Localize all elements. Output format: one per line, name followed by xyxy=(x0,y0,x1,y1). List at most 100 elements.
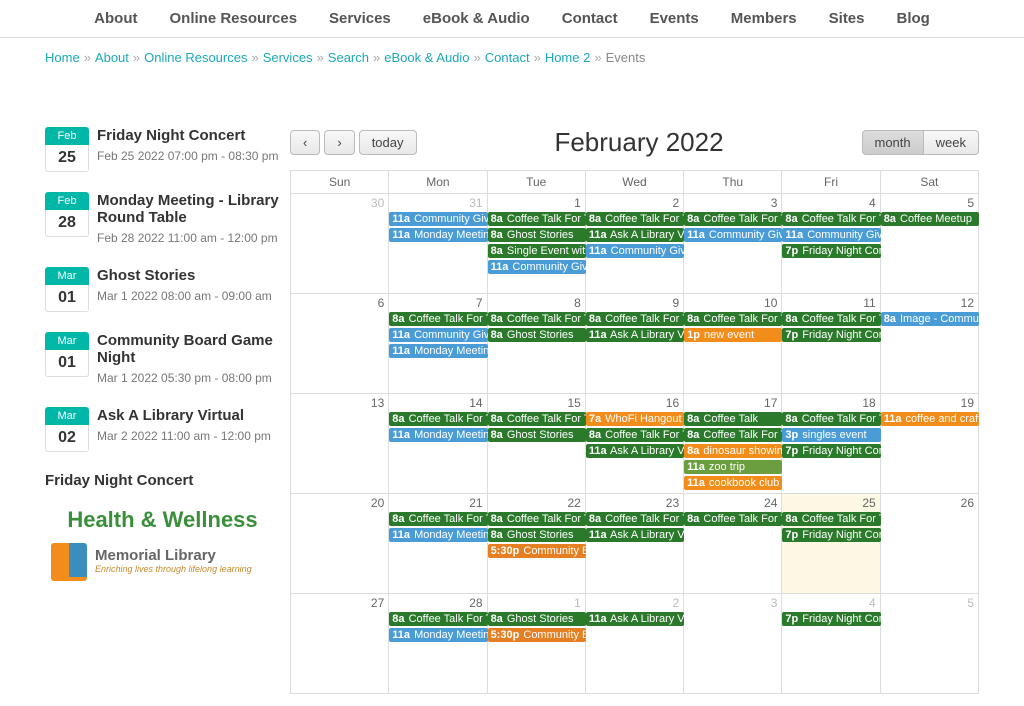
calendar-event[interactable]: 8a Coffee Talk For T xyxy=(684,212,782,226)
calendar-cell[interactable]: 108a Coffee Talk For T1p new event xyxy=(684,294,782,394)
calendar-event[interactable]: 8a Coffee Talk For T xyxy=(488,512,586,526)
nav-ebook-audio[interactable]: eBook & Audio xyxy=(423,10,530,27)
calendar-event[interactable]: 8a Coffee Talk For T xyxy=(684,312,782,326)
sidebar-event-item[interactable]: Feb25Friday Night ConcertFeb 25 2022 07:… xyxy=(45,127,280,172)
calendar-cell[interactable]: 18a Ghost Stories5:30p Community Bo xyxy=(487,594,585,694)
calendar-cell[interactable]: 48a Coffee Talk For T11a Community Givi7… xyxy=(782,194,880,294)
calendar-cell[interactable]: 3111a Community Givi11a Monday Meeting xyxy=(389,194,487,294)
calendar-event[interactable]: 8a Coffee Talk For T xyxy=(684,428,782,442)
calendar-event[interactable]: 8a Coffee Talk For T xyxy=(684,512,782,526)
calendar-cell[interactable]: 178a Coffee Talk8a Coffee Talk For T8a d… xyxy=(684,394,782,494)
calendar-event[interactable]: 8a Ghost Stories xyxy=(488,612,586,626)
calendar-event[interactable]: 8a Coffee Talk For T xyxy=(586,312,684,326)
calendar-event[interactable]: 11a Ask A Library Vir xyxy=(586,444,684,458)
calendar-event[interactable]: 11a Community Givi xyxy=(488,260,586,274)
today-button[interactable]: today xyxy=(359,130,417,155)
calendar-event[interactable]: 7p Friday Night Conc xyxy=(782,528,880,542)
calendar-event[interactable]: 11a Monday Meeting xyxy=(389,428,487,442)
calendar-cell[interactable]: 188a Coffee Talk For T3p singles event7p… xyxy=(782,394,880,494)
calendar-cell[interactable]: 28a Coffee Talk For T11a Ask A Library V… xyxy=(585,194,683,294)
calendar-cell[interactable]: 1911a coffee and crafts xyxy=(880,394,978,494)
calendar-cell[interactable]: 30 xyxy=(291,194,389,294)
calendar-event[interactable]: 5:30p Community Bo xyxy=(488,628,586,642)
calendar-event[interactable]: 8a Image - Commun xyxy=(881,312,979,326)
calendar-event[interactable]: 8a Coffee Talk For T xyxy=(782,212,880,226)
sidebar-event-item[interactable]: Feb28Monday Meeting - Library Round Tabl… xyxy=(45,192,280,247)
calendar-event[interactable]: 7p Friday Night Conc xyxy=(782,444,880,458)
calendar-cell[interactable]: 228a Coffee Talk For T8a Ghost Stories5:… xyxy=(487,494,585,594)
calendar-cell[interactable]: 58a Coffee Meetup xyxy=(880,194,978,294)
calendar-cell[interactable]: 218a Coffee Talk For T11a Monday Meeting xyxy=(389,494,487,594)
calendar-event[interactable]: 11a Community Givi xyxy=(389,212,487,226)
next-button[interactable]: › xyxy=(324,130,354,155)
calendar-event[interactable]: 8a Coffee Talk For T xyxy=(586,212,684,226)
calendar-event[interactable]: 8a Coffee Talk For T xyxy=(586,512,684,526)
calendar-cell[interactable]: 258a Coffee Talk For T7p Friday Night Co… xyxy=(782,494,880,594)
calendar-event[interactable]: 11a Monday Meeting xyxy=(389,344,487,358)
calendar-cell[interactable]: 248a Coffee Talk For T xyxy=(684,494,782,594)
prev-button[interactable]: ‹ xyxy=(290,130,320,155)
calendar-cell[interactable]: 167a WhoFi Hangout8a Coffee Talk For T11… xyxy=(585,394,683,494)
calendar-event[interactable]: 8a Coffee Talk For T xyxy=(782,512,880,526)
calendar-event[interactable]: 11a Monday Meeting xyxy=(389,628,487,642)
breadcrumb-link[interactable]: Contact xyxy=(485,50,530,65)
breadcrumb-link[interactable]: Services xyxy=(263,50,313,65)
calendar-event[interactable]: 7p Friday Night Conc xyxy=(782,328,880,342)
breadcrumb-link[interactable]: Search xyxy=(328,50,369,65)
calendar-event[interactable]: 11a Ask A Library Vir xyxy=(586,228,684,242)
calendar-event[interactable]: 11a Community Givi xyxy=(684,228,782,242)
calendar-cell[interactable]: 118a Coffee Talk For T7p Friday Night Co… xyxy=(782,294,880,394)
sidebar-event-item[interactable]: Mar01Ghost StoriesMar 1 2022 08:00 am - … xyxy=(45,267,280,312)
calendar-event[interactable]: 8a Coffee Talk For T xyxy=(782,412,880,426)
calendar-event[interactable]: 8a Ghost Stories xyxy=(488,528,586,542)
nav-sites[interactable]: Sites xyxy=(829,10,865,27)
calendar-event[interactable]: 8a Coffee Talk xyxy=(684,412,782,426)
sidebar-event-item[interactable]: Mar02Ask A Library VirtualMar 2 2022 11:… xyxy=(45,407,280,452)
nav-contact[interactable]: Contact xyxy=(562,10,618,27)
calendar-event[interactable]: 8a Ghost Stories xyxy=(488,228,586,242)
calendar-event[interactable]: 11a Monday Meeting xyxy=(389,228,487,242)
calendar-cell[interactable]: 26 xyxy=(880,494,978,594)
calendar-event[interactable]: 8a Coffee Talk For T xyxy=(389,512,487,526)
calendar-cell[interactable]: 38a Coffee Talk For T11a Community Givi xyxy=(684,194,782,294)
calendar-event[interactable]: 8a Coffee Meetup xyxy=(881,212,979,226)
month-view-button[interactable]: month xyxy=(862,130,924,155)
calendar-cell[interactable]: 211a Ask A Library Vir xyxy=(585,594,683,694)
calendar-cell[interactable]: 88a Coffee Talk For T8a Ghost Stories xyxy=(487,294,585,394)
calendar-cell[interactable]: 18a Coffee Talk For T8a Ghost Stories8a … xyxy=(487,194,585,294)
calendar-event[interactable]: 8a Coffee Talk For T xyxy=(488,212,586,226)
nav-blog[interactable]: Blog xyxy=(897,10,930,27)
calendar-cell[interactable]: 5 xyxy=(880,594,978,694)
calendar-cell[interactable]: 3 xyxy=(684,594,782,694)
calendar-event[interactable]: 11a Community Givi xyxy=(782,228,880,242)
nav-services[interactable]: Services xyxy=(329,10,391,27)
calendar-cell[interactable]: 13 xyxy=(291,394,389,494)
calendar-event[interactable]: 11a zoo trip xyxy=(684,460,782,474)
calendar-event[interactable]: 3p singles event xyxy=(782,428,880,442)
calendar-event[interactable]: 5:30p Community Bo xyxy=(488,544,586,558)
calendar-event[interactable]: 8a Coffee Talk For T xyxy=(389,612,487,626)
calendar-event[interactable]: 8a Coffee Talk For T xyxy=(389,312,487,326)
calendar-event[interactable]: 11a Community Givi xyxy=(586,244,684,258)
calendar-event[interactable]: 7a WhoFi Hangout xyxy=(586,412,684,426)
calendar-event[interactable]: 11a Ask A Library Vir xyxy=(586,328,684,342)
breadcrumb-link[interactable]: Home 2 xyxy=(545,50,591,65)
calendar-event[interactable]: 8a Coffee Talk For T xyxy=(389,412,487,426)
calendar-cell[interactable]: 288a Coffee Talk For T11a Monday Meeting xyxy=(389,594,487,694)
calendar-cell[interactable]: 98a Coffee Talk For T11a Ask A Library V… xyxy=(585,294,683,394)
breadcrumb-link[interactable]: About xyxy=(95,50,129,65)
nav-about[interactable]: About xyxy=(94,10,137,27)
calendar-event[interactable]: 7p Friday Night Conc xyxy=(782,612,880,626)
calendar-event[interactable]: 7p Friday Night Conc xyxy=(782,244,880,258)
calendar-cell[interactable]: 158a Coffee Talk For T8a Ghost Stories xyxy=(487,394,585,494)
week-view-button[interactable]: week xyxy=(924,130,979,155)
breadcrumb-link[interactable]: eBook & Audio xyxy=(384,50,469,65)
breadcrumb-link[interactable]: Online Resources xyxy=(144,50,247,65)
calendar-event[interactable]: 8a Single Event with xyxy=(488,244,586,258)
calendar-cell[interactable]: 6 xyxy=(291,294,389,394)
calendar-cell[interactable]: 238a Coffee Talk For T11a Ask A Library … xyxy=(585,494,683,594)
breadcrumb-link[interactable]: Home xyxy=(45,50,80,65)
calendar-event[interactable]: 11a Monday Meeting xyxy=(389,528,487,542)
calendar-event[interactable]: 11a cookbook club xyxy=(684,476,782,490)
calendar-event[interactable]: 11a Ask A Library Vir xyxy=(586,528,684,542)
